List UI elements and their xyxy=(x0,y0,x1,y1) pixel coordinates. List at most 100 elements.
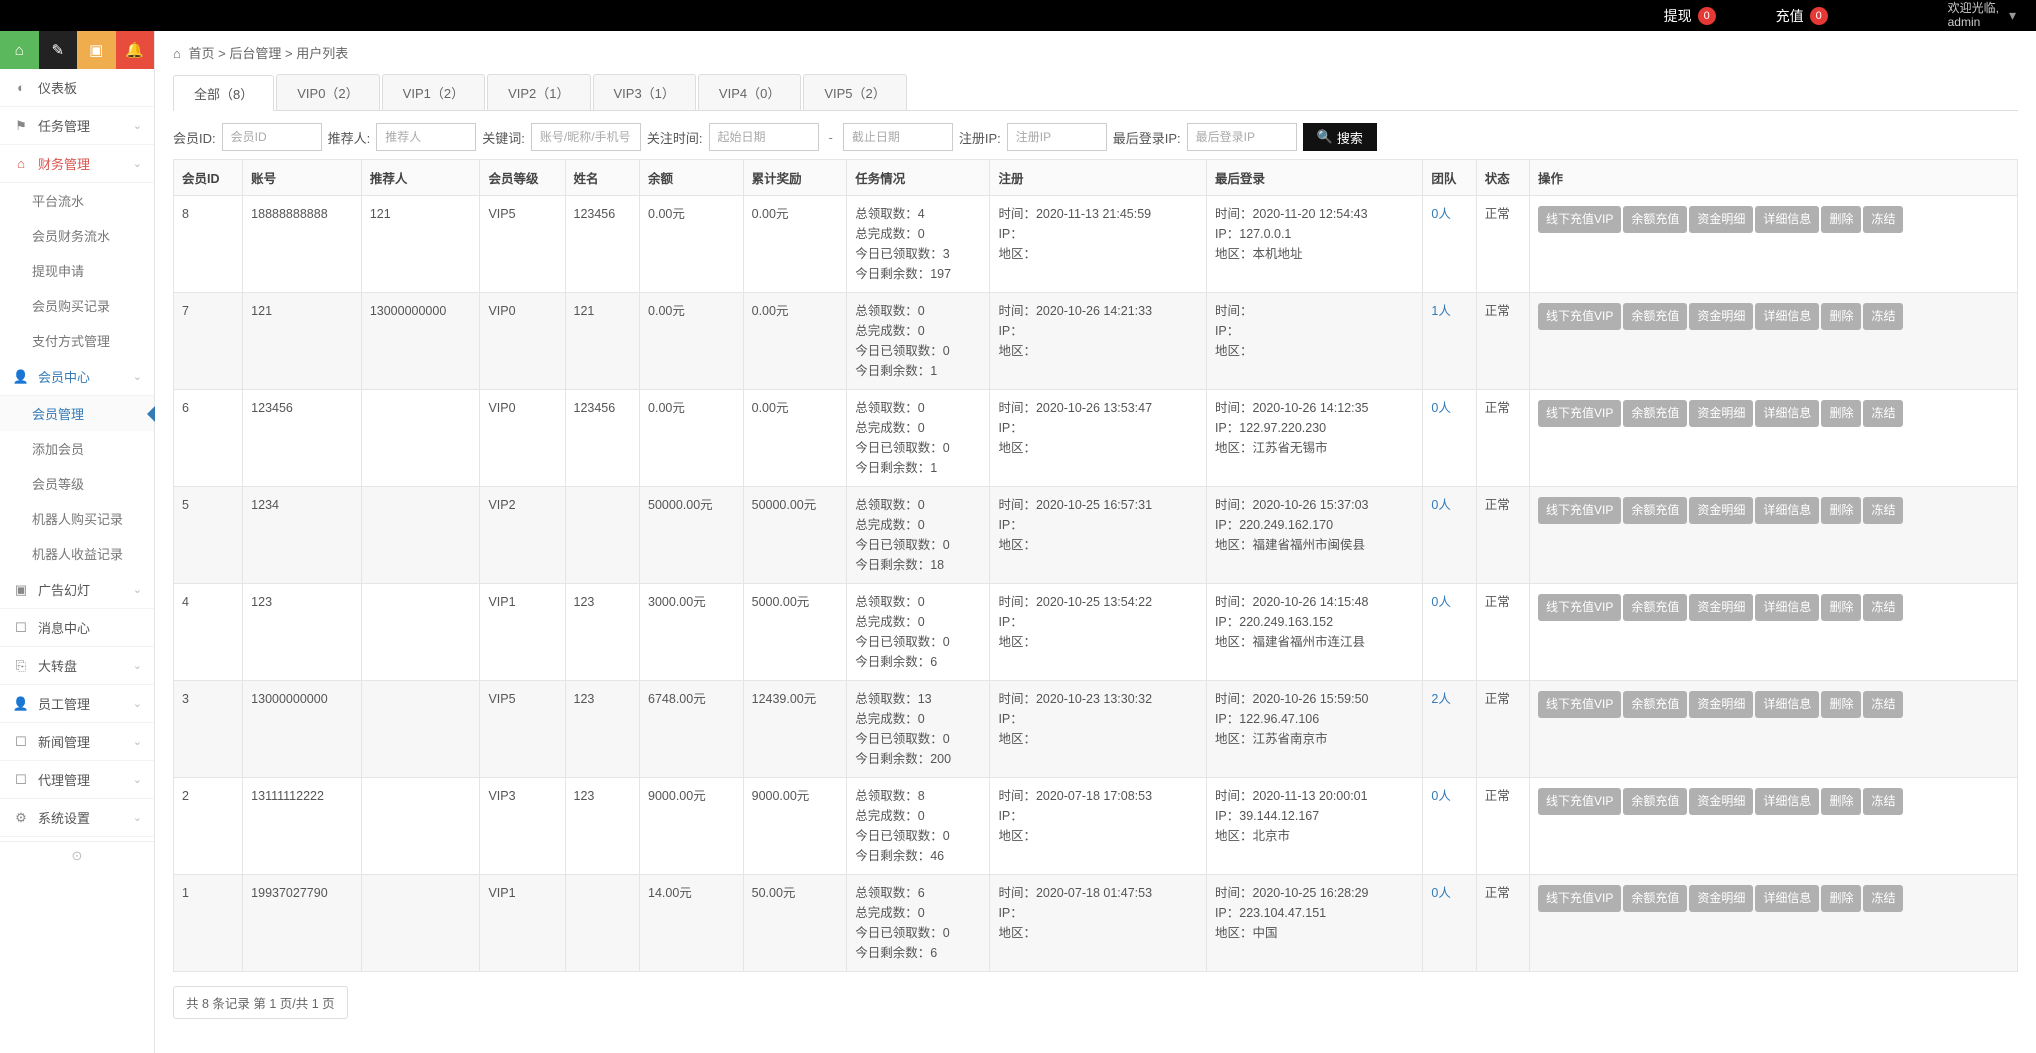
action-button[interactable]: 删除 xyxy=(1821,206,1861,233)
action-button[interactable]: 冻结 xyxy=(1863,594,1903,621)
sidebar-item-finance[interactable]: ⌂财务管理⌄ xyxy=(0,145,154,183)
team-link[interactable]: 0人 xyxy=(1431,886,1450,900)
action-button[interactable]: 冻结 xyxy=(1863,497,1903,524)
action-button[interactable]: 冻结 xyxy=(1863,303,1903,330)
tab[interactable]: VIP3（1） xyxy=(593,74,696,110)
sidebar-subitem[interactable]: 提现申请 xyxy=(0,253,154,288)
action-button[interactable]: 资金明细 xyxy=(1689,303,1753,330)
action-button[interactable]: 线下充值VIP xyxy=(1538,885,1621,912)
sidebar-item-news[interactable]: ☐新闻管理⌄ xyxy=(0,723,154,761)
end-date-input[interactable] xyxy=(843,123,953,151)
action-button[interactable]: 线下充值VIP xyxy=(1538,691,1621,718)
sidebar-item-ads[interactable]: ▣广告幻灯⌄ xyxy=(0,571,154,609)
sidebar-subitem[interactable]: 会员等级 xyxy=(0,466,154,501)
action-button[interactable]: 线下充值VIP xyxy=(1538,497,1621,524)
team-link[interactable]: 2人 xyxy=(1431,692,1450,706)
team-link[interactable]: 0人 xyxy=(1431,789,1450,803)
action-button[interactable]: 资金明细 xyxy=(1689,400,1753,427)
action-button[interactable]: 删除 xyxy=(1821,885,1861,912)
team-link[interactable]: 0人 xyxy=(1431,595,1450,609)
action-button[interactable]: 余额充值 xyxy=(1623,303,1687,330)
sidebar-subitem[interactable]: 机器人购买记录 xyxy=(0,501,154,536)
sidebar-item-messages[interactable]: ☐消息中心 xyxy=(0,609,154,647)
action-button[interactable]: 资金明细 xyxy=(1689,497,1753,524)
withdraw-link[interactable]: 提现 0 xyxy=(1664,6,1716,26)
member-id-input[interactable] xyxy=(222,123,322,151)
sidebar-item-staff[interactable]: 👤员工管理⌄ xyxy=(0,685,154,723)
search-button[interactable]: 🔍 搜索 xyxy=(1303,123,1377,151)
action-button[interactable]: 冻结 xyxy=(1863,691,1903,718)
action-button[interactable]: 余额充值 xyxy=(1623,400,1687,427)
action-button[interactable]: 删除 xyxy=(1821,497,1861,524)
bell-icon[interactable]: 🔔 xyxy=(116,31,155,69)
sidebar-subitem[interactable]: 添加会员 xyxy=(0,431,154,466)
action-button[interactable]: 冻结 xyxy=(1863,206,1903,233)
start-date-input[interactable] xyxy=(709,123,819,151)
action-button[interactable]: 线下充值VIP xyxy=(1538,303,1621,330)
last-ip-input[interactable] xyxy=(1187,123,1297,151)
tab[interactable]: 全部（8） xyxy=(173,75,274,111)
sidebar-subitem[interactable]: 会员财务流水 xyxy=(0,218,154,253)
recharge-link[interactable]: 充值 0 xyxy=(1776,6,1828,26)
action-button[interactable]: 资金明细 xyxy=(1689,788,1753,815)
action-button[interactable]: 资金明细 xyxy=(1689,691,1753,718)
sidebar-item-wheel[interactable]: ⎘大转盘⌄ xyxy=(0,647,154,685)
action-button[interactable]: 冻结 xyxy=(1863,885,1903,912)
action-button[interactable]: 线下充值VIP xyxy=(1538,594,1621,621)
action-button[interactable]: 删除 xyxy=(1821,303,1861,330)
sidebar-subitem[interactable]: 支付方式管理 xyxy=(0,323,154,358)
action-button[interactable]: 线下充值VIP xyxy=(1538,400,1621,427)
action-button[interactable]: 详细信息 xyxy=(1755,303,1819,330)
sidebar-subitem[interactable]: 平台流水 xyxy=(0,183,154,218)
action-button[interactable]: 详细信息 xyxy=(1755,400,1819,427)
action-button[interactable]: 资金明细 xyxy=(1689,594,1753,621)
edit-icon[interactable]: ✎ xyxy=(39,31,78,69)
action-button[interactable]: 资金明细 xyxy=(1689,206,1753,233)
tab[interactable]: VIP2（1） xyxy=(487,74,590,110)
breadcrumb-home[interactable]: 首页 xyxy=(188,46,214,61)
tab[interactable]: VIP4（0） xyxy=(698,74,801,110)
action-button[interactable]: 余额充值 xyxy=(1623,885,1687,912)
action-button[interactable]: 详细信息 xyxy=(1755,691,1819,718)
user-menu[interactable]: 欢迎光临, admin ▾ xyxy=(1888,2,2016,28)
action-button[interactable]: 线下充值VIP xyxy=(1538,206,1621,233)
sidebar-item-tasks[interactable]: ⚑任务管理⌄ xyxy=(0,107,154,145)
team-link[interactable]: 0人 xyxy=(1431,207,1450,221)
action-button[interactable]: 删除 xyxy=(1821,691,1861,718)
action-button[interactable]: 余额充值 xyxy=(1623,788,1687,815)
sidebar-subitem[interactable]: 会员管理 xyxy=(0,396,154,431)
action-button[interactable]: 余额充值 xyxy=(1623,206,1687,233)
sidebar-collapse-toggle[interactable]: ⊙ xyxy=(0,841,154,870)
action-button[interactable]: 冻结 xyxy=(1863,400,1903,427)
team-link[interactable]: 1人 xyxy=(1431,304,1450,318)
action-button[interactable]: 详细信息 xyxy=(1755,885,1819,912)
sidebar-item-member[interactable]: 👤会员中心⌄ xyxy=(0,358,154,396)
sidebar-subitem[interactable]: 会员购买记录 xyxy=(0,288,154,323)
action-button[interactable]: 删除 xyxy=(1821,400,1861,427)
team-link[interactable]: 0人 xyxy=(1431,401,1450,415)
referrer-input[interactable] xyxy=(376,123,476,151)
keyword-input[interactable] xyxy=(531,123,641,151)
tab[interactable]: VIP1（2） xyxy=(382,74,485,110)
action-button[interactable]: 资金明细 xyxy=(1689,885,1753,912)
action-button[interactable]: 详细信息 xyxy=(1755,594,1819,621)
action-button[interactable]: 删除 xyxy=(1821,594,1861,621)
sidebar-item-settings[interactable]: ⚙系统设置⌄ xyxy=(0,799,154,837)
sidebar-item-agent[interactable]: ☐代理管理⌄ xyxy=(0,761,154,799)
home-breadcrumb-icon[interactable]: ⌂ xyxy=(173,46,181,61)
sidebar-subitem[interactable]: 机器人收益记录 xyxy=(0,536,154,571)
action-button[interactable]: 详细信息 xyxy=(1755,788,1819,815)
action-button[interactable]: 余额充值 xyxy=(1623,594,1687,621)
action-button[interactable]: 线下充值VIP xyxy=(1538,788,1621,815)
action-button[interactable]: 删除 xyxy=(1821,788,1861,815)
action-button[interactable]: 详细信息 xyxy=(1755,497,1819,524)
sidebar-item-dashboard[interactable]: ◐仪表板 xyxy=(0,69,154,107)
action-button[interactable]: 余额充值 xyxy=(1623,691,1687,718)
action-button[interactable]: 余额充值 xyxy=(1623,497,1687,524)
breadcrumb-p1[interactable]: 后台管理 xyxy=(229,46,281,61)
action-button[interactable]: 冻结 xyxy=(1863,788,1903,815)
tab[interactable]: VIP5（2） xyxy=(803,74,906,110)
reg-ip-input[interactable] xyxy=(1007,123,1107,151)
action-button[interactable]: 详细信息 xyxy=(1755,206,1819,233)
tab[interactable]: VIP0（2） xyxy=(276,74,379,110)
